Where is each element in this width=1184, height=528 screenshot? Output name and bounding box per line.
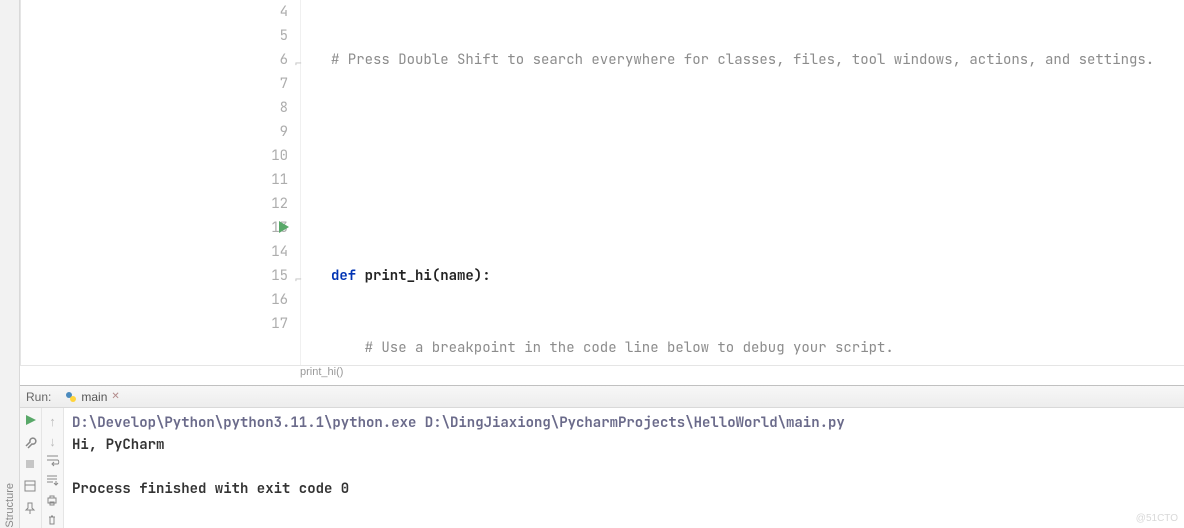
console-output[interactable]: D:\Develop\Python\python3.11.1\python.ex… — [64, 408, 1184, 528]
watermark: @51CTO — [1136, 513, 1178, 524]
breadcrumb-bar[interactable]: print_hi() — [20, 365, 1184, 385]
line-number[interactable]: 15 — [251, 264, 288, 288]
fold-marker-icon[interactable]: ⌐ — [295, 52, 302, 76]
line-number[interactable]: 16 — [251, 288, 288, 312]
soft-wrap-icon[interactable] — [46, 454, 60, 468]
editor-left-spacer — [21, 0, 251, 365]
run-toolbar-right: ↑ ↓ — [42, 408, 64, 528]
pin-icon[interactable] — [24, 502, 38, 516]
editor-area[interactable]: 4 5 6 7 8 9 10 11 12 13 14 15 16 17 ⌐# P… — [20, 0, 1184, 365]
line-number[interactable]: 5 — [251, 24, 288, 48]
run-panel-header[interactable]: Run: main ✕ — [20, 386, 1184, 408]
console-command-line: D:\Develop\Python\python3.11.1\python.ex… — [72, 412, 1176, 434]
run-panel-label: Run: — [26, 390, 51, 404]
scroll-to-end-icon[interactable] — [46, 474, 60, 488]
stop-icon[interactable] — [24, 458, 38, 472]
console-output-line: Process finished with exit code 0 — [72, 478, 1176, 500]
line-number[interactable]: 12 — [251, 192, 288, 216]
line-gutter[interactable]: 4 5 6 7 8 9 10 11 12 13 14 15 16 17 — [251, 0, 301, 365]
line-number[interactable]: 13 — [251, 216, 288, 240]
wrench-icon[interactable] — [24, 436, 38, 450]
run-toolbar-left — [20, 408, 42, 528]
code-row[interactable] — [301, 120, 1184, 144]
run-tab[interactable]: main ✕ — [65, 390, 119, 404]
line-number[interactable]: 4 — [251, 0, 288, 24]
run-gutter-icon[interactable] — [279, 221, 289, 233]
fold-marker-icon[interactable]: ⌐ — [295, 268, 302, 292]
app-root: Structure 4 5 6 7 8 9 10 11 12 13 14 15 … — [0, 0, 1184, 528]
code-row[interactable] — [301, 192, 1184, 216]
code-row[interactable]: ⌐def print_hi(name): — [301, 264, 1184, 288]
layout-icon[interactable] — [24, 480, 38, 494]
print-icon[interactable] — [46, 494, 60, 508]
structure-tool-label[interactable]: Structure — [4, 477, 16, 528]
code-row[interactable]: # Use a breakpoint in the code line belo… — [301, 336, 1184, 360]
line-number[interactable]: 8 — [251, 96, 288, 120]
run-panel-body: ↑ ↓ D:\Develop\Python\python3.11.1\pytho… — [20, 408, 1184, 528]
rerun-icon[interactable] — [24, 414, 38, 428]
up-arrow-icon[interactable]: ↑ — [46, 414, 60, 428]
line-number[interactable]: 9 — [251, 120, 288, 144]
line-number[interactable]: 11 — [251, 168, 288, 192]
code-pane[interactable]: ⌐# Press Double Shift to search everywhe… — [301, 0, 1184, 365]
line-number[interactable]: 17 — [251, 312, 288, 336]
python-icon — [65, 391, 77, 403]
breadcrumb-item[interactable]: print_hi() — [300, 366, 343, 378]
line-number[interactable]: 10 — [251, 144, 288, 168]
console-output-line: Hi, PyCharm — [72, 434, 1176, 456]
line-number[interactable]: 14 — [251, 240, 288, 264]
tab-close-icon[interactable]: ✕ — [111, 391, 119, 402]
run-panel: Run: main ✕ ↑ ↓ — [20, 385, 1184, 528]
down-arrow-icon[interactable]: ↓ — [46, 434, 60, 448]
left-tool-stripe[interactable]: Structure — [0, 0, 20, 528]
main-column: 4 5 6 7 8 9 10 11 12 13 14 15 16 17 ⌐# P… — [20, 0, 1184, 528]
code-row[interactable]: ⌐# Press Double Shift to search everywhe… — [301, 48, 1184, 72]
run-tab-label: main — [81, 390, 107, 404]
trash-icon[interactable] — [46, 514, 60, 528]
line-number[interactable]: 6 — [251, 48, 288, 72]
line-number[interactable]: 7 — [251, 72, 288, 96]
